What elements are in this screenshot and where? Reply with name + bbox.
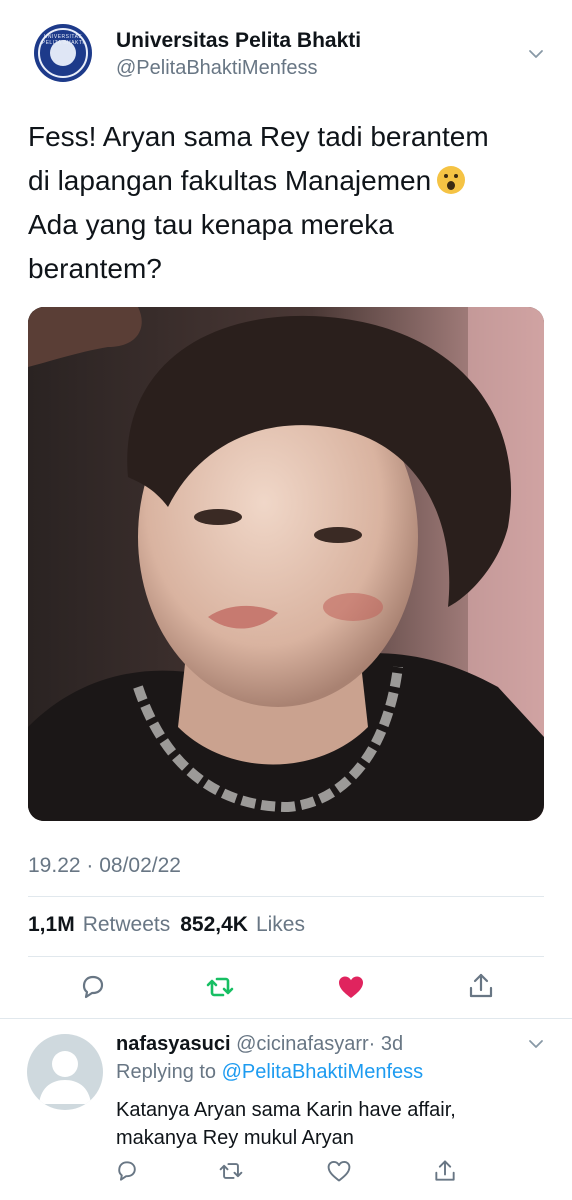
replying-handle-link[interactable]: @PelitaBhaktiMenfess xyxy=(222,1061,424,1083)
author-display-name[interactable]: Universitas Pelita Bhakti xyxy=(116,29,361,53)
like-count[interactable]: 852,4K xyxy=(180,913,248,937)
author-handle[interactable]: @PelitaBhaktiMenfess xyxy=(116,57,318,80)
tweet-stats: 1,1M Retweets 852,4K Likes xyxy=(28,913,305,937)
tweet-timestamp[interactable]: 19.22 · 08/02/22 xyxy=(28,854,181,878)
tweet-line: Fess! Aryan sama Rey tadi berantem xyxy=(28,115,548,159)
reply-header: nafasyasuci @cicinafasyarr· 3d xyxy=(116,1033,403,1056)
reply-username[interactable]: nafasyasuci xyxy=(116,1033,231,1055)
portrait-image xyxy=(28,307,544,821)
chevron-down-icon[interactable] xyxy=(526,1034,546,1054)
reply-handle[interactable]: @cicinafasyarr xyxy=(236,1033,369,1055)
seal-text: UNIVERSITAS PELITA BHAKTI xyxy=(40,34,86,46)
divider xyxy=(28,956,544,957)
tweet-line: di lapangan fakultas Manajemen xyxy=(28,165,431,196)
replying-label: Replying to xyxy=(116,1061,216,1083)
author-avatar[interactable]: UNIVERSITAS PELITA BHAKTI xyxy=(34,24,92,82)
like-label[interactable]: Likes xyxy=(256,913,305,937)
chevron-down-icon[interactable] xyxy=(526,44,546,64)
reply-icon[interactable] xyxy=(114,1158,140,1184)
divider xyxy=(0,1018,572,1019)
retweet-icon[interactable] xyxy=(218,1158,244,1184)
university-seal-icon: UNIVERSITAS PELITA BHAKTI xyxy=(38,28,88,78)
screaming-face-emoji xyxy=(437,166,465,194)
heart-icon[interactable] xyxy=(326,1158,352,1184)
divider xyxy=(28,896,544,897)
tweet-action-bar xyxy=(0,968,572,1008)
share-icon[interactable] xyxy=(432,1158,458,1184)
reply-text: Katanya Aryan sama Karin have affair, ma… xyxy=(116,1096,536,1152)
tweet-line-with-emoji: di lapangan fakultas Manajemen xyxy=(28,159,548,203)
retweet-count[interactable]: 1,1M xyxy=(28,913,75,937)
heart-liked-icon[interactable] xyxy=(336,972,366,1002)
tweet-line: Ada yang tau kenapa mereka xyxy=(28,203,548,247)
share-icon[interactable] xyxy=(466,971,496,1001)
replying-to: Replying to @PelitaBhaktiMenfess xyxy=(116,1061,423,1084)
reply-action-bar xyxy=(0,1158,572,1188)
tweet-photo[interactable] xyxy=(28,307,544,821)
reply-line: Katanya Aryan sama Karin have affair, xyxy=(116,1096,536,1124)
tweet-line: berantem? xyxy=(28,247,548,291)
tweet-text: Fess! Aryan sama Rey tadi berantem di la… xyxy=(28,115,548,291)
reply-icon[interactable] xyxy=(78,972,108,1002)
reply-avatar[interactable] xyxy=(27,1034,103,1110)
retweet-label[interactable]: Retweets xyxy=(83,913,171,937)
retweet-icon[interactable] xyxy=(205,972,235,1002)
reply-age: · 3d xyxy=(369,1033,403,1055)
default-avatar-icon xyxy=(27,1034,103,1110)
reply-line: makanya Rey mukul Aryan xyxy=(116,1124,536,1152)
